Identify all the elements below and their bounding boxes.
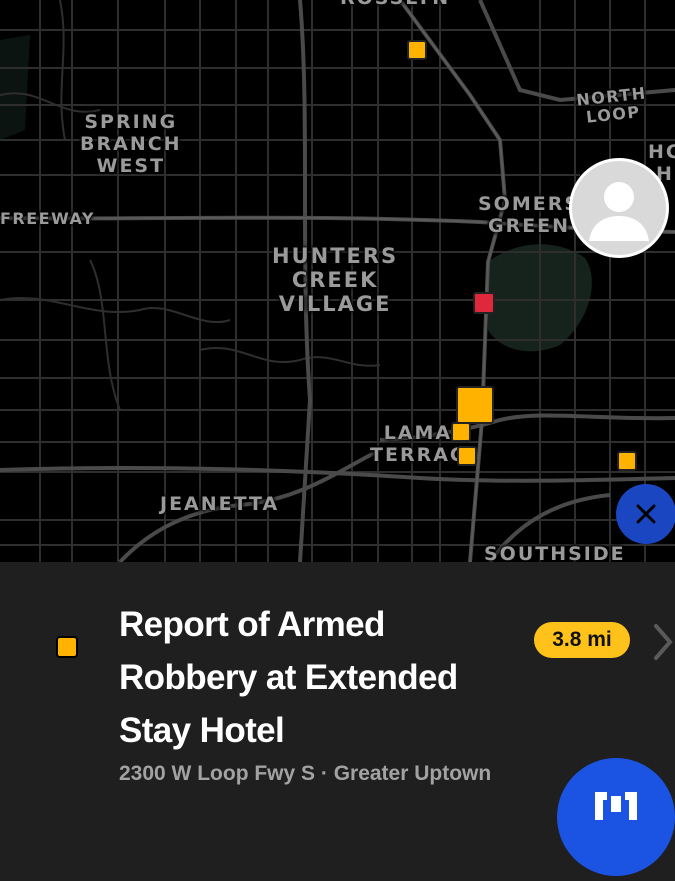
incident-marker[interactable] xyxy=(457,446,477,466)
map-label-freeway: FREEWAY xyxy=(0,209,95,228)
user-avatar-icon xyxy=(589,182,649,241)
incident-address: 2300 W Loop Fwy S · Greater Uptown xyxy=(119,762,492,785)
app-shield-icon xyxy=(595,792,637,820)
incident-marker-red[interactable] xyxy=(473,292,495,314)
close-icon xyxy=(636,504,656,524)
user-avatar[interactable] xyxy=(569,158,669,258)
map-label-somerset-green: SOMERS GREEN xyxy=(478,193,581,237)
incident-marker-cluster[interactable] xyxy=(456,386,494,424)
map-label-spring-branch-west: SPRING BRANCH WEST xyxy=(80,111,182,177)
close-button[interactable] xyxy=(616,484,675,544)
map-label-jeanetta: JEANETTA xyxy=(160,493,280,515)
map-label-hunters-creek-village: HUNTERS CREEK VILLAGE xyxy=(272,244,399,317)
map-label-rosslyn: ROSSLYN xyxy=(340,0,450,10)
incident-title[interactable]: Report of Armed Robbery at Extended Stay… xyxy=(119,598,519,757)
app-action-button[interactable] xyxy=(557,758,675,876)
incident-type-icon xyxy=(56,636,78,658)
incident-marker[interactable] xyxy=(617,451,637,471)
map-view[interactable]: ROSSLYN NORTH LOOP SPRING BRANCH WEST FR… xyxy=(0,0,675,562)
incident-marker[interactable] xyxy=(407,40,427,60)
distance-badge: 3.8 mi xyxy=(534,622,630,658)
incident-marker[interactable] xyxy=(451,422,471,442)
chevron-right-icon[interactable] xyxy=(652,622,674,662)
map-label-southside: SOUTHSIDE xyxy=(484,543,626,562)
